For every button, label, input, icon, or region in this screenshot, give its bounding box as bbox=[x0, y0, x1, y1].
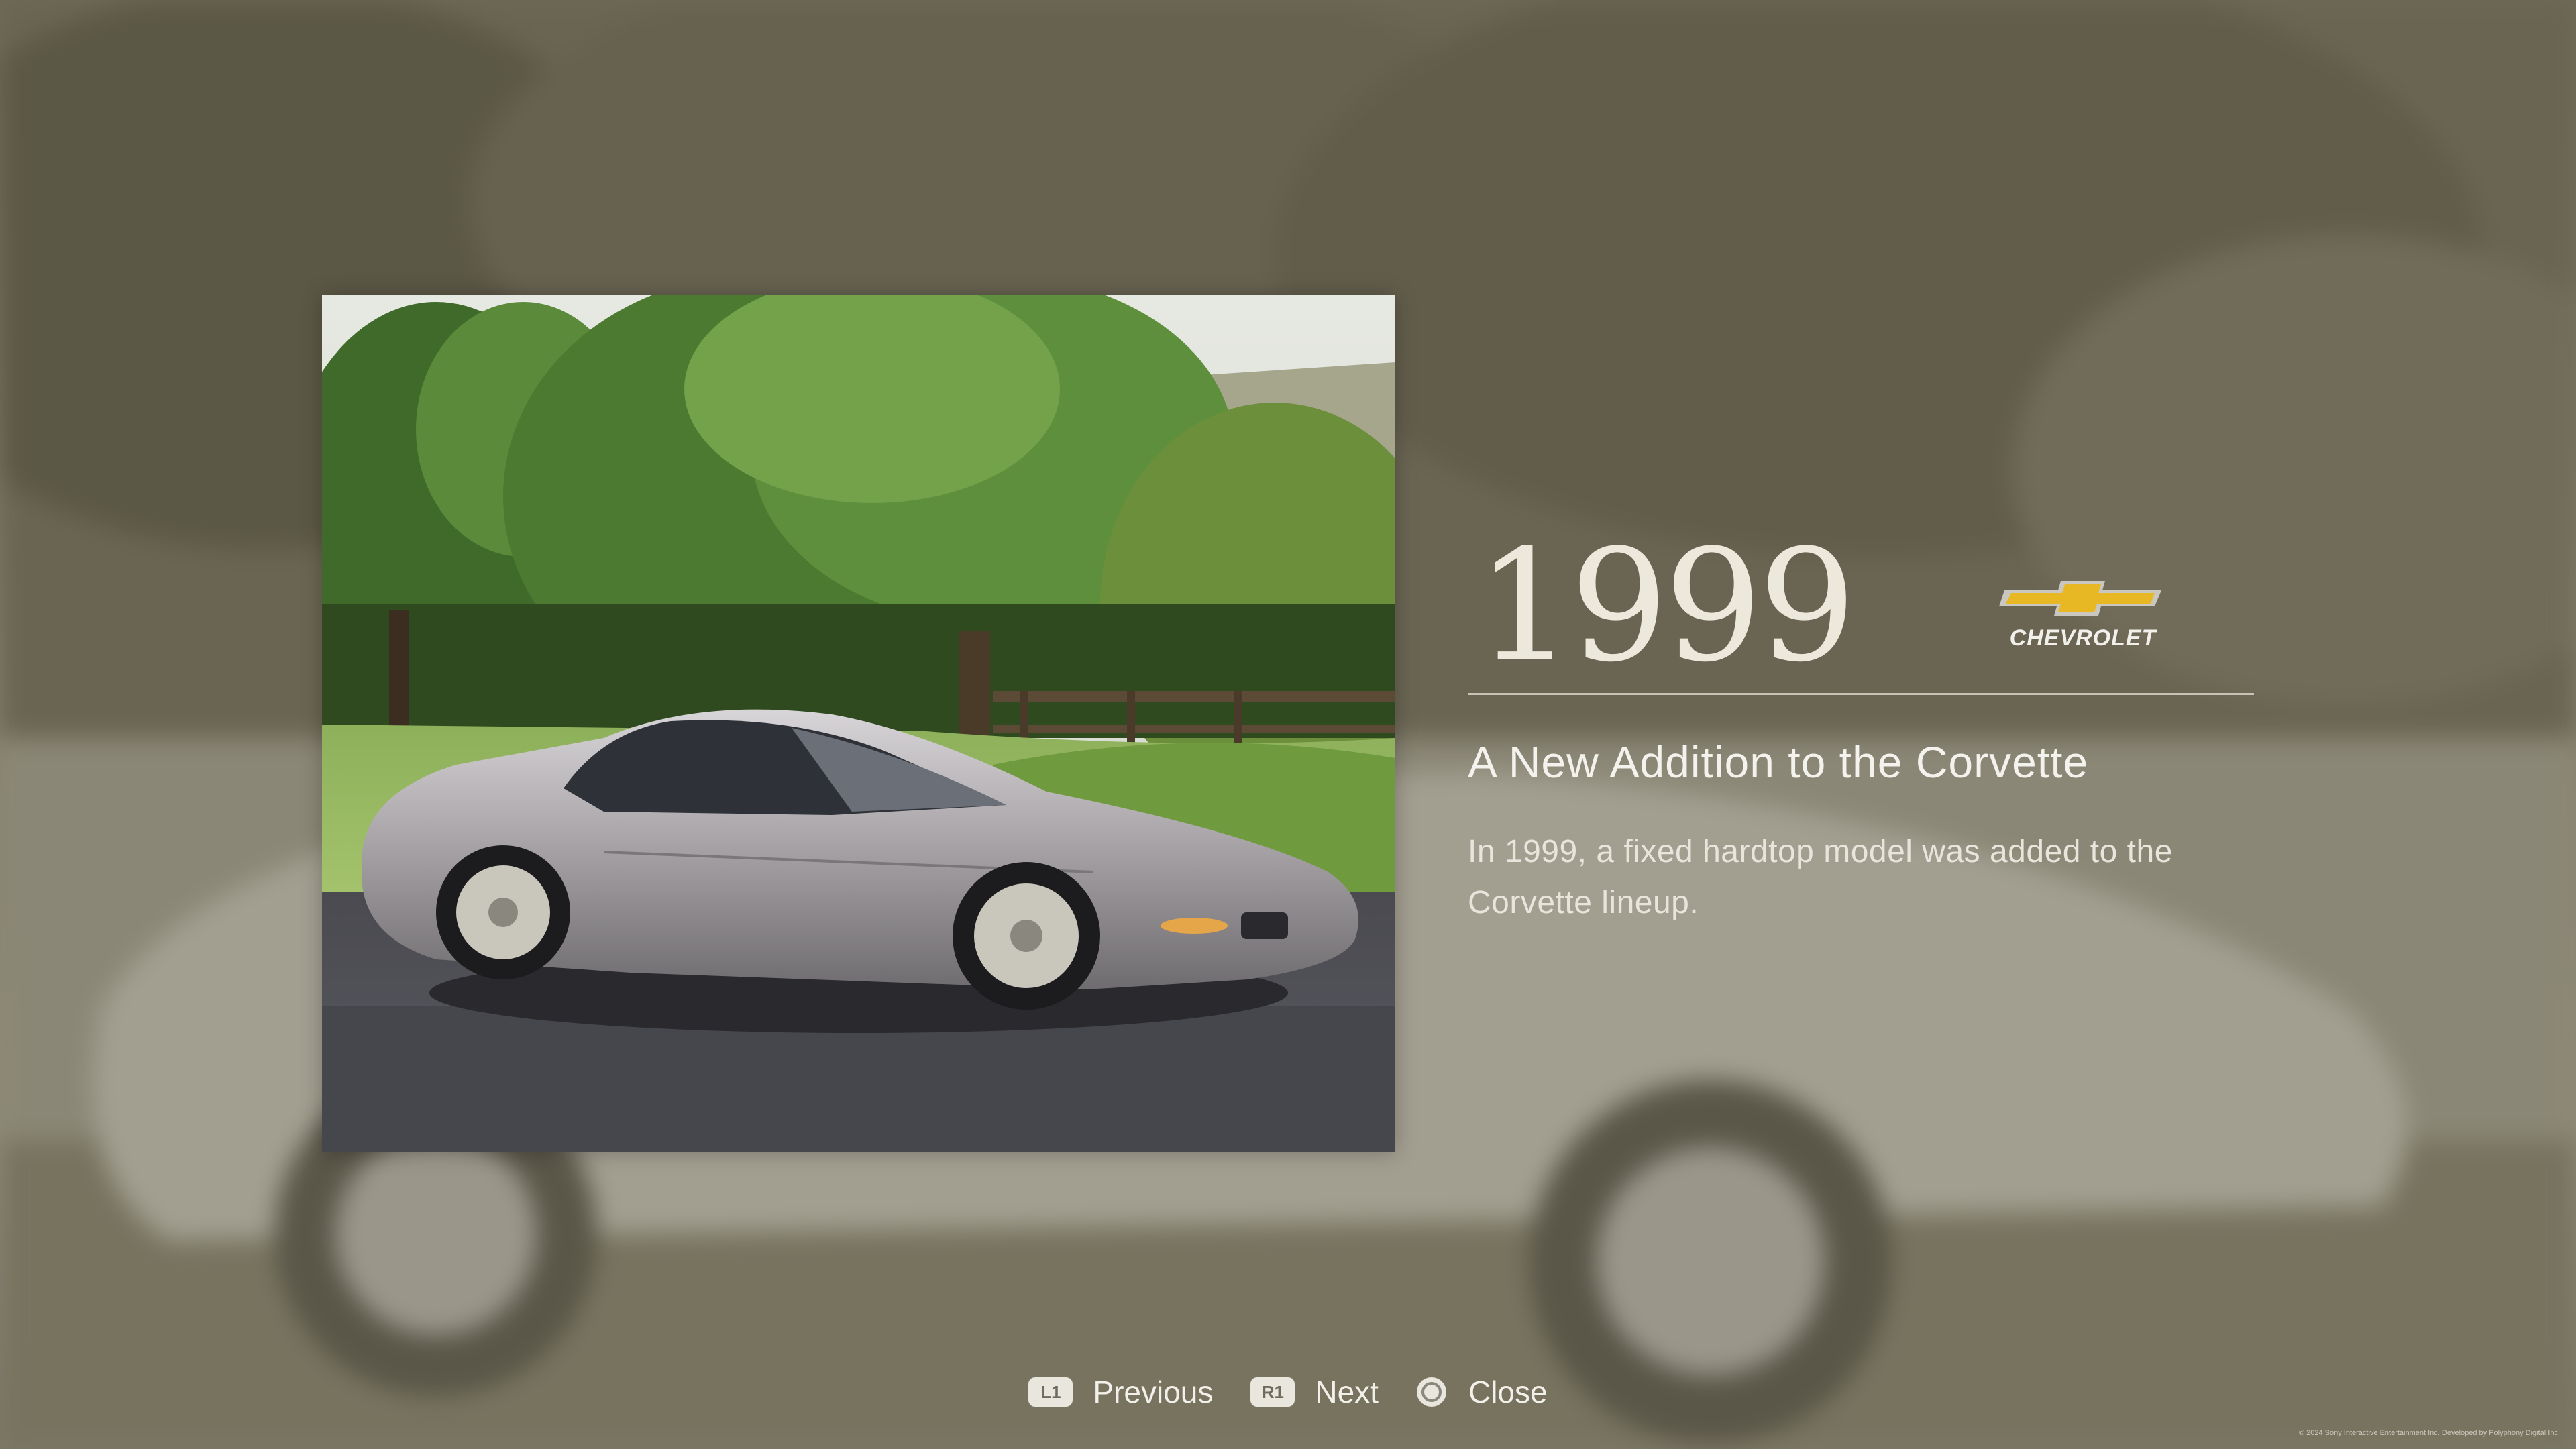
circle-button-icon bbox=[1416, 1377, 1446, 1407]
divider bbox=[1468, 693, 2254, 695]
car-photo bbox=[322, 295, 1395, 1152]
close-label: Close bbox=[1468, 1375, 1548, 1409]
bowtie-icon bbox=[1999, 581, 2161, 616]
l1-key-icon: L1 bbox=[1028, 1377, 1073, 1407]
button-guide-bar: L1 Previous R1 Next Close bbox=[0, 1368, 2576, 1415]
chevrolet-logo: CHEVROLET bbox=[1999, 577, 2167, 651]
entry-title: A New Addition to the Corvette bbox=[1468, 737, 2089, 787]
previous-label: Previous bbox=[1093, 1375, 1214, 1409]
brand-name: CHEVROLET bbox=[2009, 625, 2157, 651]
copyright-text: © 2024 Sony Interactive Entertainment In… bbox=[2298, 1429, 2560, 1437]
next-button[interactable]: R1 Next bbox=[1250, 1374, 1379, 1410]
previous-button[interactable]: L1 Previous bbox=[1028, 1374, 1213, 1410]
year-heading: 1999 bbox=[1476, 517, 1856, 696]
r1-key-icon: R1 bbox=[1250, 1377, 1295, 1407]
next-label: Next bbox=[1315, 1375, 1379, 1409]
entry-description: In 1999, a fixed hardtop model was added… bbox=[1468, 834, 2173, 920]
close-button[interactable]: Close bbox=[1416, 1374, 1548, 1410]
